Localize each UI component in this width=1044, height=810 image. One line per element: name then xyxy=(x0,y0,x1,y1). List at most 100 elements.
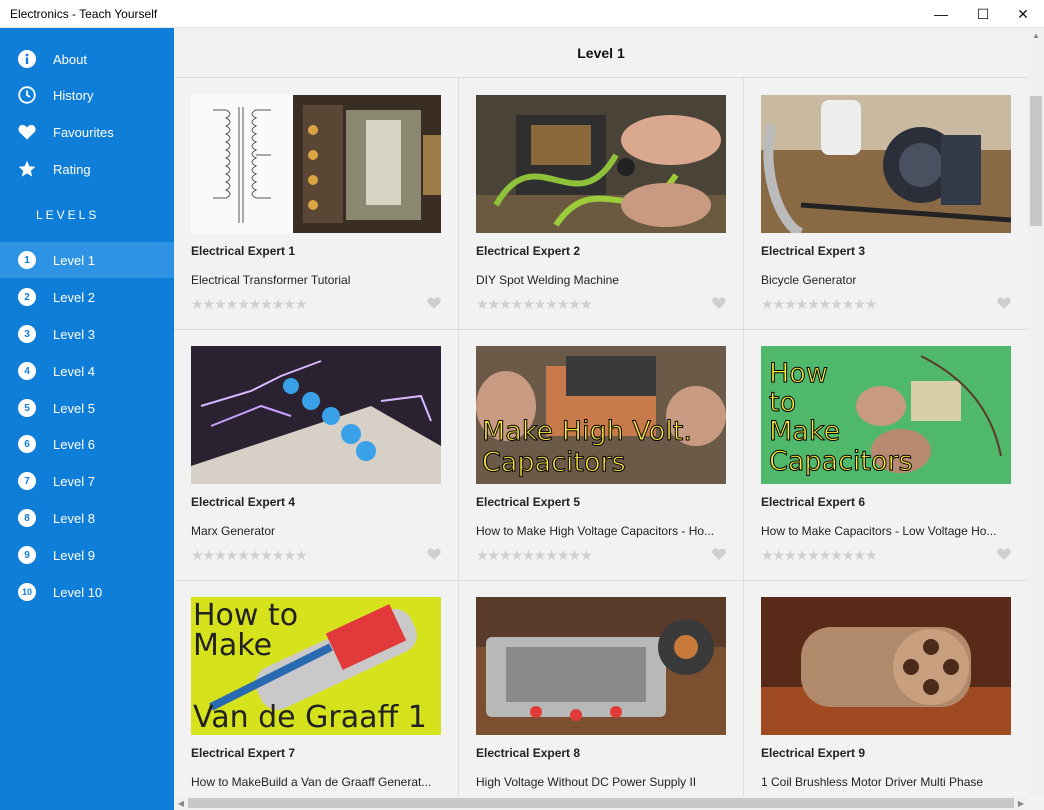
sidebar: About History Favourites Rating LEVELS 1… xyxy=(0,28,174,810)
video-thumbnail[interactable] xyxy=(761,95,1011,233)
video-thumbnail[interactable] xyxy=(761,597,1011,735)
sidebar-item-level-7[interactable]: 7 Level 7 xyxy=(0,463,174,499)
sidebar-item-rating[interactable]: Rating xyxy=(0,151,174,187)
sidebar-item-label: Level 10 xyxy=(53,584,103,600)
video-subtitle: High Voltage Without DC Power Supply II xyxy=(476,775,697,789)
vertical-scroll-thumb[interactable] xyxy=(1030,96,1042,226)
level-number: 2 xyxy=(18,288,36,306)
rating-stars[interactable]: ★★★★★★★★★★ xyxy=(191,296,308,313)
video-card[interactable]: Make High Volt. Capacitors Electrical Ex… xyxy=(459,329,744,581)
level-number: 10 xyxy=(18,583,36,601)
level-8-icon: 8 xyxy=(17,508,37,528)
levels-heading: LEVELS xyxy=(36,208,100,222)
sidebar-item-level-3[interactable]: 3 Level 3 xyxy=(0,316,174,352)
video-thumbnail[interactable] xyxy=(476,597,726,735)
thumbnail-caption: How to xyxy=(193,598,299,633)
thumbnail-caption: Make xyxy=(193,628,273,663)
main-content: Level 1 Electrical Expert 1 Electrical T… xyxy=(174,28,1044,810)
level-number: 6 xyxy=(18,435,36,453)
video-card[interactable]: Electrical Expert 8 High Voltage Without… xyxy=(459,580,744,796)
sidebar-item-label: Level 5 xyxy=(53,400,95,416)
sidebar-item-level-1[interactable]: 1 Level 1 xyxy=(0,242,174,278)
video-card[interactable]: Electrical Expert 2 DIY Spot Welding Mac… xyxy=(459,78,744,330)
rating-stars[interactable]: ★★★★★★★★★★ xyxy=(476,547,593,564)
scroll-up-arrow-icon[interactable]: ▲ xyxy=(1028,28,1044,42)
window-title: Electronics - Teach Yourself xyxy=(10,7,158,21)
level-number: 4 xyxy=(18,362,36,380)
rating-stars[interactable]: ★★★★★★★★★★ xyxy=(191,547,308,564)
thumbnail-caption: Van de Graaff 1 xyxy=(193,700,427,735)
video-title: Electrical Expert 3 xyxy=(761,244,866,258)
minimize-button[interactable]: — xyxy=(918,0,964,28)
video-thumbnail[interactable]: How to Make Van de Graaff 1 xyxy=(191,597,441,735)
level-number: 5 xyxy=(18,399,36,417)
video-card[interactable]: How to Make Van de Graaff 1 Electrical E… xyxy=(174,580,459,796)
sidebar-item-about[interactable]: About xyxy=(0,41,174,77)
sidebar-item-history[interactable]: History xyxy=(0,77,174,113)
horizontal-scrollbar[interactable]: ◀ ▶ xyxy=(174,796,1028,810)
clock-icon xyxy=(17,85,37,105)
video-subtitle: 1 Coil Brushless Motor Driver Multi Phas… xyxy=(761,775,984,789)
sidebar-item-level-4[interactable]: 4 Level 4 xyxy=(0,353,174,389)
sidebar-item-label: History xyxy=(53,87,94,103)
video-title: Electrical Expert 1 xyxy=(191,244,296,258)
video-card[interactable]: Electrical Expert 3 Bicycle Generator ★★… xyxy=(744,78,1028,330)
video-subtitle: DIY Spot Welding Machine xyxy=(476,273,619,287)
page-title: Level 1 xyxy=(174,28,1028,78)
video-subtitle: How to Make Capacitors - Low Voltage Ho.… xyxy=(761,524,997,538)
sidebar-item-label: Level 2 xyxy=(53,289,95,305)
sidebar-item-level-6[interactable]: 6 Level 6 xyxy=(0,426,174,462)
video-card[interactable]: Electrical Expert 4 Marx Generator ★★★★★… xyxy=(174,329,459,581)
video-title: Electrical Expert 6 xyxy=(761,495,866,509)
thumbnail-caption: How xyxy=(769,358,829,389)
sidebar-item-level-10[interactable]: 10 Level 10 xyxy=(0,574,174,610)
sidebar-item-label: Level 9 xyxy=(53,547,95,563)
level-number: 9 xyxy=(18,546,36,564)
video-thumbnail[interactable] xyxy=(191,346,441,484)
video-thumbnail[interactable]: How to Make Capacitors xyxy=(761,346,1011,484)
video-subtitle: Electrical Transformer Tutorial xyxy=(191,273,351,287)
video-title: Electrical Expert 9 xyxy=(761,746,866,760)
video-card[interactable]: Electrical Expert 1 Electrical Transform… xyxy=(174,78,459,330)
rating-stars[interactable]: ★★★★★★★★★★ xyxy=(761,296,878,313)
favourite-heart-icon[interactable] xyxy=(427,547,441,561)
favourite-heart-icon[interactable] xyxy=(997,296,1011,310)
sidebar-item-level-5[interactable]: 5 Level 5 xyxy=(0,390,174,426)
level-number: 3 xyxy=(18,325,36,343)
video-card[interactable]: How to Make Capacitors Electrical Expert… xyxy=(744,329,1028,581)
scroll-right-arrow-icon[interactable]: ▶ xyxy=(1014,796,1028,810)
sidebar-item-level-8[interactable]: 8 Level 8 xyxy=(0,500,174,536)
scroll-left-arrow-icon[interactable]: ◀ xyxy=(174,796,188,810)
video-card[interactable]: Electrical Expert 9 1 Coil Brushless Mot… xyxy=(744,580,1028,796)
level-6-icon: 6 xyxy=(17,434,37,454)
video-thumbnail[interactable] xyxy=(191,95,441,233)
sidebar-item-label: Rating xyxy=(53,161,91,177)
thumbnail-caption: Capacitors xyxy=(769,446,914,477)
sidebar-item-level-9[interactable]: 9 Level 9 xyxy=(0,537,174,573)
favourite-heart-icon[interactable] xyxy=(712,296,726,310)
level-4-icon: 4 xyxy=(17,361,37,381)
info-icon xyxy=(17,49,37,69)
sidebar-item-level-2[interactable]: 2 Level 2 xyxy=(0,279,174,315)
star-icon xyxy=(17,159,37,179)
video-title: Electrical Expert 5 xyxy=(476,495,581,509)
level-3-icon: 3 xyxy=(17,324,37,344)
favourite-heart-icon[interactable] xyxy=(712,547,726,561)
horizontal-scroll-thumb[interactable] xyxy=(188,798,1014,808)
rating-stars[interactable]: ★★★★★★★★★★ xyxy=(476,296,593,313)
level-number: 7 xyxy=(18,472,36,490)
video-title: Electrical Expert 2 xyxy=(476,244,581,258)
favourite-heart-icon[interactable] xyxy=(427,296,441,310)
favourite-heart-icon[interactable] xyxy=(997,547,1011,561)
close-button[interactable]: ✕ xyxy=(1000,0,1044,28)
sidebar-item-label: About xyxy=(53,51,87,67)
vertical-scrollbar[interactable]: ▲ xyxy=(1028,28,1044,796)
video-thumbnail[interactable] xyxy=(476,95,726,233)
title-bar: Electronics - Teach Yourself — ☐ ✕ xyxy=(0,0,1044,28)
thumbnail-caption: Capacitors xyxy=(482,447,627,478)
sidebar-item-label: Level 7 xyxy=(53,473,95,489)
sidebar-item-favourites[interactable]: Favourites xyxy=(0,114,174,150)
level-number: 8 xyxy=(18,509,36,527)
video-thumbnail[interactable]: Make High Volt. Capacitors xyxy=(476,346,726,484)
rating-stars[interactable]: ★★★★★★★★★★ xyxy=(761,547,878,564)
